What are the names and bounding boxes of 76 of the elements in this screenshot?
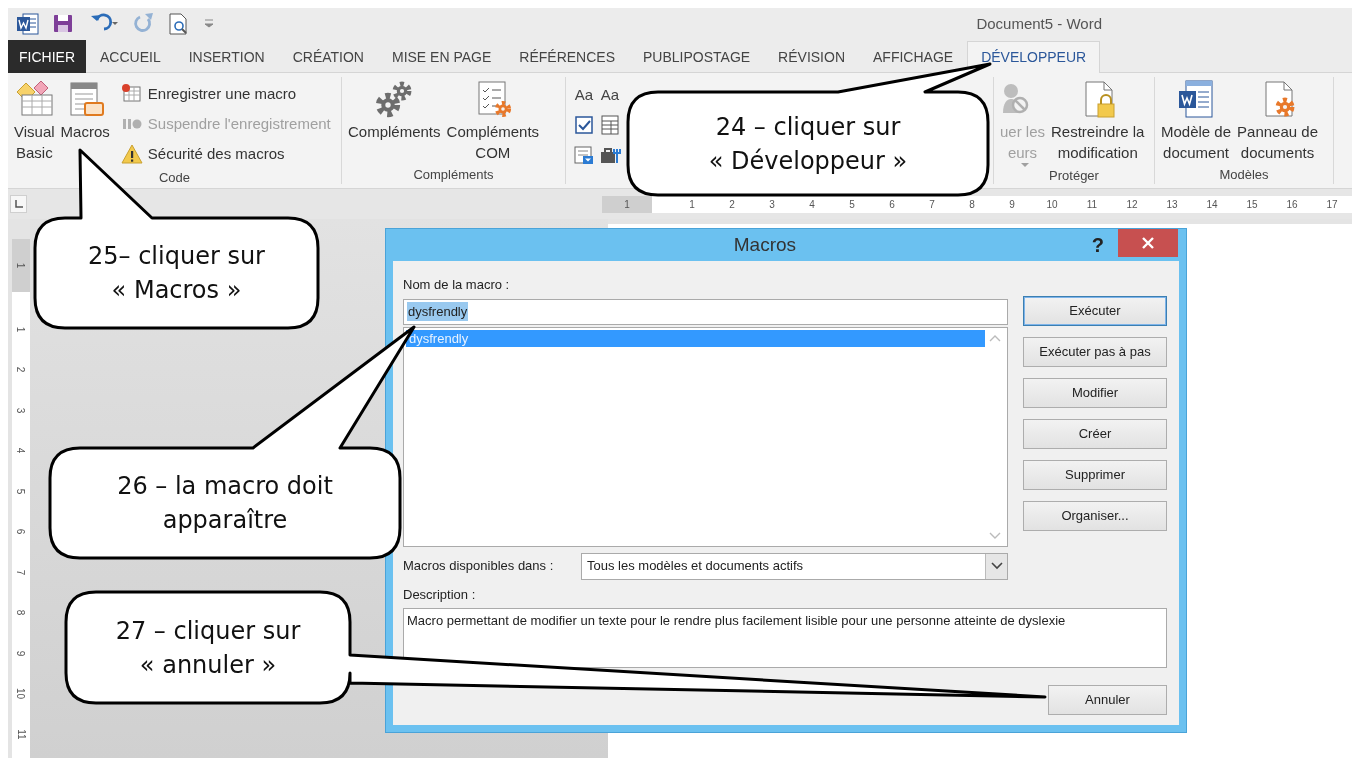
- ribbon-tab[interactable]: DÉVELOPPEUR: [967, 41, 1101, 73]
- close-button[interactable]: [1118, 229, 1178, 257]
- dialog-button[interactable]: Exécuter pas à pas: [1023, 337, 1167, 367]
- dropdown-list-icon: [573, 144, 595, 166]
- ribbon-button[interactable]: Modèle de document: [1159, 77, 1234, 166]
- ribbon-tab[interactable]: RÉVISION: [764, 41, 859, 73]
- ribbon-tab[interactable]: ACCUEIL: [86, 41, 175, 73]
- dialog-button[interactable]: Supprimer: [1023, 460, 1167, 490]
- checkbox-icon: [573, 114, 595, 136]
- ruler-number: 1: [14, 262, 28, 269]
- print-preview-icon: [166, 12, 190, 36]
- ruler-number: 4: [14, 447, 28, 454]
- ruler-number: 2: [14, 366, 28, 373]
- ruler-number: 11: [14, 729, 28, 740]
- control-button[interactable]: [572, 113, 596, 137]
- tab-stop-selector[interactable]: [10, 195, 27, 213]
- window-title: Document5 - Word: [976, 13, 1102, 34]
- cancel-button[interactable]: Annuler: [1048, 685, 1167, 715]
- ribbon-button[interactable]: Enregistrer une macro: [117, 79, 333, 109]
- ribbon-button[interactable]: Visual Basic: [12, 77, 57, 169]
- ruler-number: 1: [14, 326, 28, 333]
- group-label: Protéger: [1048, 167, 1100, 185]
- ribbon-button[interactable]: Sécurité des macros: [117, 139, 333, 169]
- group-label: Compléments: [412, 166, 495, 184]
- control-button[interactable]: [598, 113, 622, 137]
- callout-text: 25– cliquer sur « Macros »: [88, 241, 265, 306]
- print-preview-button[interactable]: [166, 12, 190, 36]
- ribbon-tab[interactable]: PUBLIPOSTAGE: [629, 41, 765, 73]
- description-field: Macro permettant de modifier un texte pour le rendre plus facilement lisible pour une personne atteinte de dyslexie: [403, 608, 1167, 668]
- font-control[interactable]: Aa: [572, 83, 596, 107]
- chevron-up-icon: [989, 333, 1001, 342]
- vba-icon: [14, 79, 55, 119]
- ribbon-tab[interactable]: CRÉATION: [278, 41, 378, 73]
- word-app-icon: [16, 12, 40, 36]
- ribbon-button[interactable]: Restreindre la modification: [1049, 77, 1147, 167]
- callout-text: 27 – cliquer sur « annuler »: [115, 615, 301, 681]
- field-label: Macros disponibles dans :: [403, 558, 555, 574]
- ribbon-button[interactable]: Compléments COM: [444, 77, 542, 166]
- ruler-number: 7: [14, 569, 28, 576]
- ruler-number: 9: [14, 650, 28, 657]
- field-label: Description :: [403, 586, 476, 603]
- field-label: Nom de la macro :: [403, 277, 510, 293]
- ribbon-tab[interactable]: RÉFÉRENCES: [505, 41, 629, 73]
- dialog-button[interactable]: Organiser...: [1023, 501, 1167, 531]
- ribbon-tab[interactable]: MISE EN PAGE: [378, 41, 506, 73]
- chevron-down-icon: [989, 531, 1001, 540]
- ribbon-tab[interactable]: INSERTION: [174, 41, 279, 73]
- ruler-number: 10: [14, 688, 28, 700]
- ruler-number: 3: [14, 407, 28, 414]
- ruler-number: 5: [14, 488, 28, 495]
- ruler-number: 6: [14, 528, 28, 535]
- dialog-button[interactable]: Créer: [1023, 419, 1167, 449]
- warning-icon: [119, 142, 144, 166]
- tab-stop-icon: [13, 199, 24, 209]
- ribbon-button[interactable]: Panneau de documents: [1235, 77, 1320, 166]
- help-button[interactable]: ?: [1083, 230, 1112, 260]
- dialog-button[interactable]: Exécuter: [1023, 296, 1167, 326]
- font-control[interactable]: Aa: [598, 83, 622, 107]
- macro-name-field[interactable]: dysfrendly: [403, 298, 1008, 325]
- ribbon-tab[interactable]: AFFICHAGE: [859, 41, 968, 73]
- dialog-title: Macros: [732, 232, 798, 257]
- word-app-button[interactable]: [16, 12, 40, 36]
- ruler-number: 1: [624, 197, 630, 212]
- group-label: Code: [157, 169, 192, 187]
- callout-text: 26 – la macro doit apparaître: [117, 471, 333, 536]
- ribbon-button[interactable]: Compléments: [346, 77, 443, 166]
- dialog-button[interactable]: Modifier: [1023, 378, 1167, 408]
- chevron-down-icon: [990, 562, 1003, 570]
- location-dropdown[interactable]: Tous les modèles et documents actifs: [581, 552, 1008, 580]
- callout-text: 24 – cliquer sur « Développeur »: [708, 111, 908, 177]
- close-icon: [1141, 236, 1155, 250]
- file-tab[interactable]: FICHIER: [8, 40, 86, 73]
- control-button[interactable]: [572, 143, 596, 167]
- group-label: Modèles: [1218, 166, 1270, 184]
- ruler-number: 8: [14, 609, 28, 616]
- form-table-icon: [599, 114, 621, 136]
